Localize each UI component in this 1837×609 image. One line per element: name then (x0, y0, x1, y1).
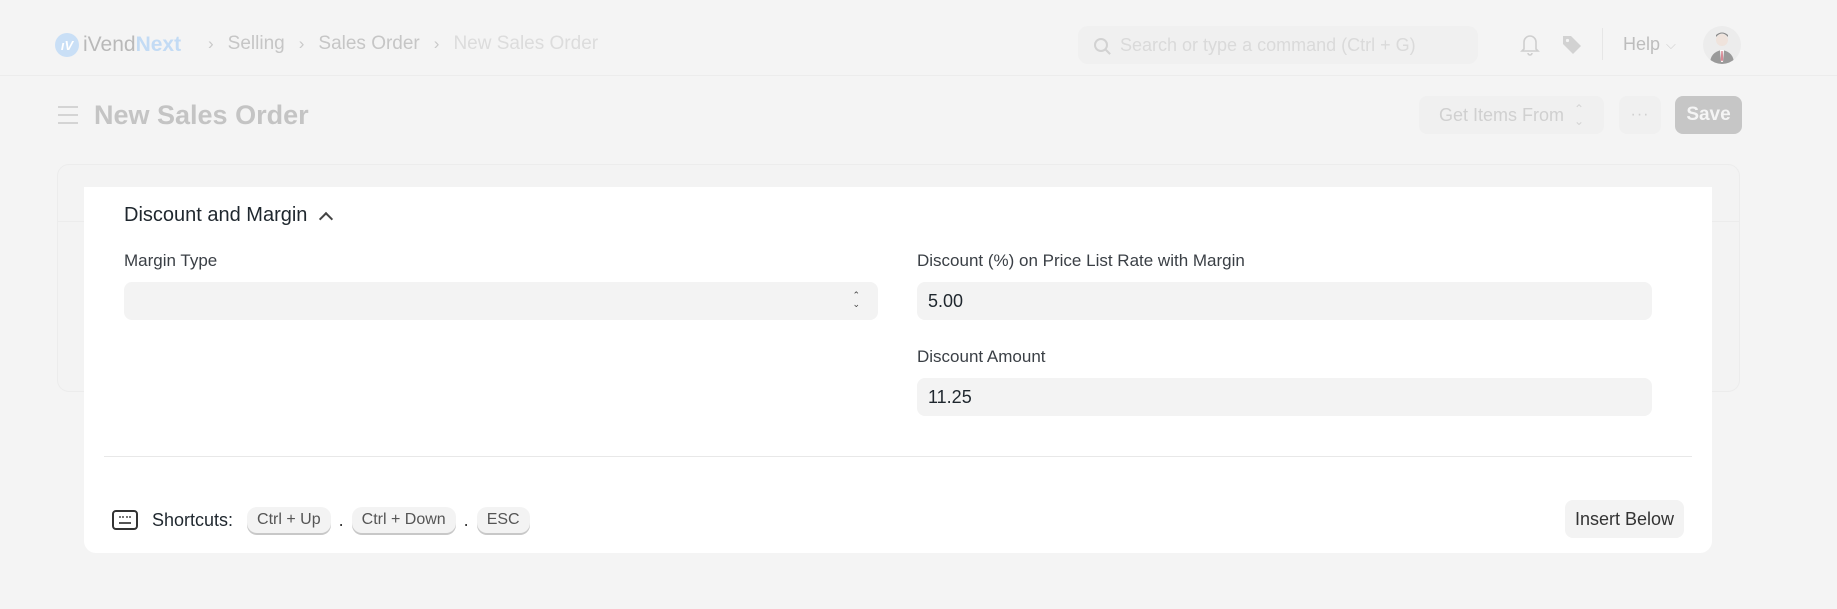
page-header: New Sales Order Get Items From ⌃ ⌄ ··· Sa… (0, 76, 1837, 156)
section-title: Discount and Margin (124, 204, 308, 226)
shortcuts-bar: Shortcuts: Ctrl + Up . Ctrl + Down . ESC (112, 507, 530, 533)
user-avatar-icon (1710, 32, 1734, 64)
shortcut-key: Ctrl + Up (247, 507, 331, 533)
notification-bell-icon[interactable] (1519, 32, 1541, 56)
margin-type-select[interactable]: ⌃ ⌄ (124, 282, 878, 320)
chevron-up-icon[interactable] (319, 211, 334, 226)
search-placeholder: Search or type a command (Ctrl + G) (1120, 34, 1416, 55)
breadcrumb-current: New Sales Order (453, 33, 599, 54)
discount-amount-input[interactable]: 11.25 (917, 378, 1652, 416)
discount-percentage-label: Discount (%) on Price List Rate with Mar… (917, 251, 1245, 270)
help-dropdown[interactable]: Help ⌵ (1623, 34, 1676, 55)
top-navbar: ıV iVend Next › Selling › Sales Order › … (0, 0, 1837, 76)
margin-type-label: Margin Type (124, 251, 218, 270)
chevron-right-icon: › (208, 34, 214, 53)
get-items-from-label: Get Items From (1438, 104, 1564, 125)
user-avatar[interactable] (1703, 26, 1741, 64)
search-icon (1094, 38, 1108, 52)
shortcut-key: ESC (476, 507, 530, 533)
get-items-from-button[interactable]: Get Items From ⌃ ⌄ (1419, 96, 1604, 134)
insert-below-button[interactable]: Insert Below (1564, 500, 1684, 538)
updown-chevron-icon: ⌃ ⌄ (1573, 102, 1585, 128)
search-input[interactable]: Search or type a command (Ctrl + G) (1078, 26, 1478, 64)
section-header-discount-margin[interactable]: Discount and Margin (124, 204, 334, 227)
chevron-right-icon: › (433, 34, 440, 53)
select-updown-icon: ⌃ ⌄ (852, 290, 860, 309)
shortcut-key: Ctrl + Down (351, 507, 456, 533)
chevron-right-icon: › (298, 34, 305, 53)
discount-percentage-value: 5.00 (928, 290, 964, 311)
shortcut-separator: . (338, 509, 344, 530)
brand-name-prefix: iVend (83, 33, 136, 56)
page-title: New Sales Order (94, 100, 309, 130)
shortcuts-label: Shortcuts: (152, 509, 234, 530)
discount-amount-value: 11.25 (928, 386, 972, 407)
brand-logo-icon: ıV (55, 33, 79, 57)
more-actions-button[interactable]: ··· (1619, 96, 1661, 134)
discount-amount-label: Discount Amount (917, 347, 1046, 366)
breadcrumb: › Selling › Sales Order › New Sales Orde… (208, 33, 598, 55)
brand-name-suffix: Next (135, 33, 182, 56)
sidebar-toggle-icon[interactable] (58, 106, 78, 124)
row-editor-divider (104, 456, 1692, 457)
save-button[interactable]: Save (1675, 96, 1742, 134)
breadcrumb-selling[interactable]: Selling (228, 33, 285, 55)
row-editor-panel: Discount and Margin Margin Type ⌃ ⌄ Disco… (84, 187, 1712, 553)
breadcrumb-sales-order[interactable]: Sales Order (318, 33, 419, 55)
navbar-divider (1602, 28, 1603, 60)
tag-icon[interactable] (1561, 32, 1583, 56)
shortcut-separator: . (463, 509, 469, 530)
keyboard-icon (112, 510, 138, 530)
brand-logo-link[interactable]: ıV iVend Next (55, 32, 181, 58)
help-label: Help (1623, 34, 1661, 54)
discount-percentage-input[interactable]: 5.00 (917, 282, 1652, 320)
chevron-down-icon: ⌵ (1666, 36, 1676, 52)
